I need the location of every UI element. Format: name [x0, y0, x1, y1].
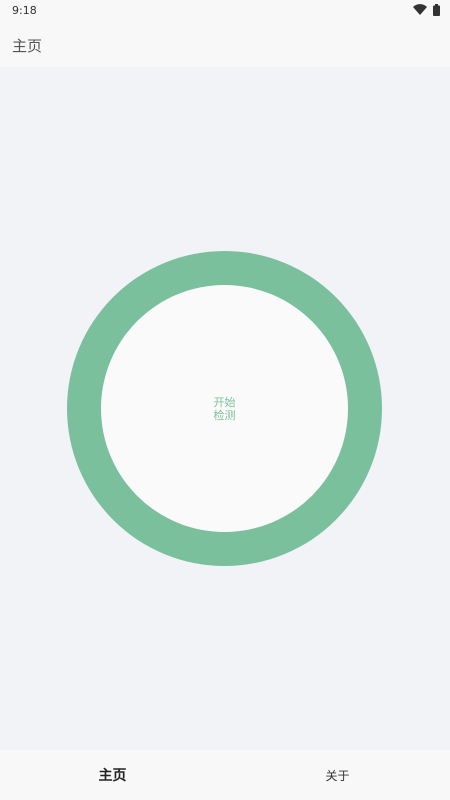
start-label-line2: 检测	[213, 408, 236, 422]
status-bar: 9:18	[0, 0, 450, 22]
bottom-nav: 主页 关于	[0, 750, 450, 800]
wifi-icon	[413, 4, 427, 18]
nav-item-about[interactable]: 关于	[225, 750, 450, 800]
nav-item-home-label: 主页	[98, 768, 127, 784]
page-title: 主页	[12, 37, 43, 55]
start-label-line1: 开始	[213, 395, 236, 409]
status-time: 9:18	[12, 4, 37, 17]
battery-icon	[433, 3, 440, 19]
screen: 9:18 主页 开始 检测 主页 关于	[0, 0, 450, 800]
start-detection-button[interactable]: 开始 检测	[67, 251, 382, 566]
nav-item-about-label: 关于	[325, 768, 350, 783]
status-icons	[413, 3, 440, 19]
app-bar: 主页	[0, 22, 450, 67]
start-detection-inner-circle: 开始 检测	[101, 285, 348, 532]
main-content: 开始 检测	[0, 67, 450, 750]
nav-item-home[interactable]: 主页	[0, 750, 225, 800]
